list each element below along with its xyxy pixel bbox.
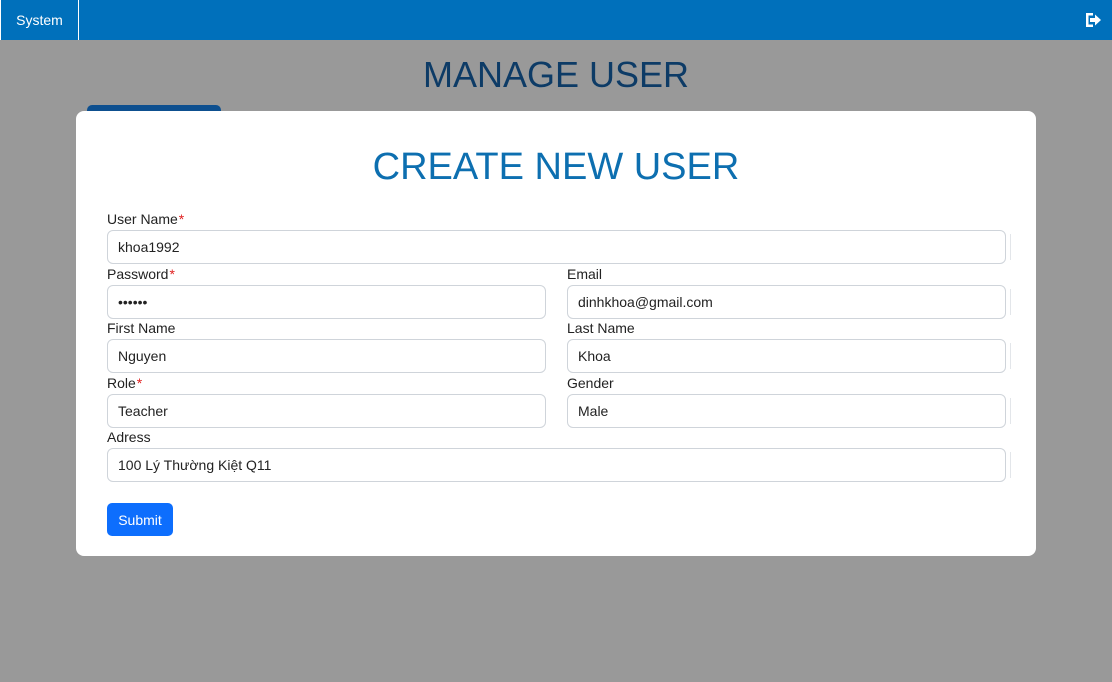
email-label-text: Email — [567, 266, 603, 282]
email-label: Email — [567, 266, 602, 282]
last-name-input[interactable] — [567, 339, 1006, 373]
last-name-label-text: Last Name — [567, 320, 635, 336]
required-asterisk: * — [178, 211, 185, 227]
password-label: Password* — [107, 266, 175, 282]
input-edge-divider — [1010, 343, 1011, 369]
page-title: MANAGE USER — [422, 54, 690, 95]
gender-label-text: Gender — [567, 375, 614, 391]
submit-button[interactable]: Submit — [107, 503, 173, 536]
role-input[interactable] — [107, 394, 546, 428]
input-edge-divider — [1010, 398, 1011, 424]
username-label: User Name* — [107, 211, 184, 227]
username-input[interactable] — [107, 230, 1006, 264]
sign-out-icon[interactable] — [1084, 11, 1102, 29]
address-input[interactable] — [107, 448, 1006, 482]
address-label: Adress — [107, 429, 151, 445]
first-name-input[interactable] — [107, 339, 546, 373]
password-label-text: Password — [107, 266, 169, 282]
input-edge-divider — [1010, 234, 1011, 260]
input-edge-divider — [1010, 289, 1011, 315]
modal-title: CREATE NEW USER — [372, 146, 740, 188]
nav-tab-system[interactable]: System — [0, 0, 79, 40]
top-navbar: System — [0, 0, 1112, 40]
first-name-label: First Name — [107, 320, 175, 336]
input-edge-divider — [1010, 452, 1011, 478]
required-asterisk: * — [136, 375, 143, 391]
role-label: Role* — [107, 375, 142, 391]
gender-label: Gender — [567, 375, 614, 391]
last-name-label: Last Name — [567, 320, 635, 336]
role-label-text: Role — [107, 375, 136, 391]
address-label-text: Adress — [107, 429, 151, 445]
required-asterisk: * — [169, 266, 175, 282]
gender-input[interactable] — [567, 394, 1006, 428]
username-label-text: User Name — [107, 211, 178, 227]
password-input[interactable] — [107, 285, 546, 319]
first-name-label-text: First Name — [107, 320, 176, 336]
email-input[interactable] — [567, 285, 1006, 319]
create-user-modal: CREATE NEW USER User Name* Password* Ema… — [76, 111, 1036, 556]
